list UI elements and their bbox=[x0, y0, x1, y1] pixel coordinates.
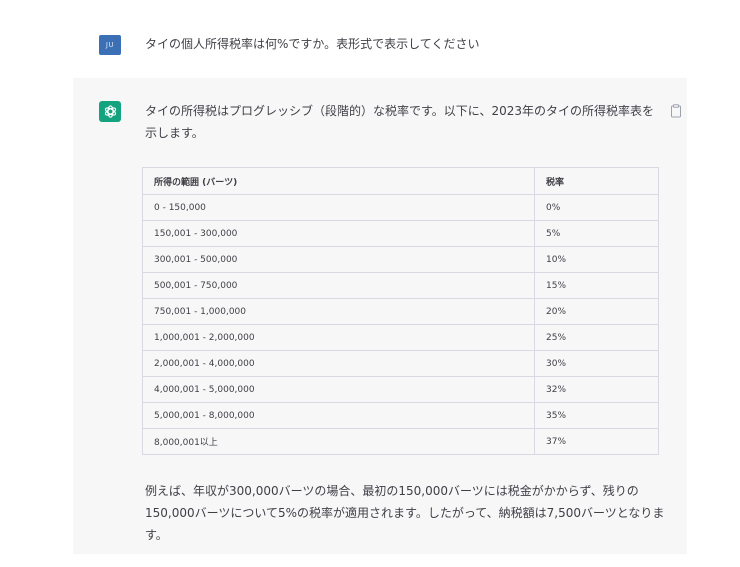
tax-rate-cell: 30% bbox=[534, 350, 659, 377]
table-row: 2,000,001 - 4,000,000 30% bbox=[142, 350, 659, 377]
assistant-intro-text: タイの所得税はプログレッシブ（段階的）な税率です。以下に、2023年のタイの所得… bbox=[145, 104, 654, 140]
income-range-cell: 8,000,001以上 bbox=[142, 428, 535, 455]
income-range-cell: 500,001 - 750,000 bbox=[142, 272, 535, 299]
table-row: 500,001 - 750,000 15% bbox=[142, 272, 659, 299]
user-message-row: JU タイの個人所得税率は何%ですか。表形式で表示してください bbox=[0, 0, 740, 78]
assistant-outro-text: 例えば、年収が300,000バーツの場合、最初の150,000バーツには税金がか… bbox=[145, 484, 665, 542]
tax-rate-cell: 37% bbox=[546, 436, 567, 447]
tax-rate-cell: 35% bbox=[534, 402, 659, 429]
income-range-cell: 0 - 150,000 bbox=[142, 194, 535, 221]
openai-logo-icon bbox=[99, 101, 121, 122]
table-row: 300,001 - 500,000 10% bbox=[142, 246, 659, 273]
income-range-cell: 4,000,001 - 5,000,000 bbox=[142, 376, 535, 403]
tax-rate-cell: 32% bbox=[534, 376, 659, 403]
tax-rate-table: 所得の範囲 (バーツ) 税率 0 - 150,000 0% 150,001 - … bbox=[142, 167, 659, 455]
income-range-cell: 2,000,001 - 4,000,000 bbox=[142, 350, 535, 377]
tax-rate-cell: 25% bbox=[534, 324, 659, 351]
tax-rate-cell: 15% bbox=[534, 272, 659, 299]
clipboard-icon[interactable] bbox=[670, 103, 682, 118]
table-row: 0 - 150,000 0% bbox=[142, 194, 659, 221]
assistant-message-row: タイの所得税はプログレッシブ（段階的）な税率です。以下に、2023年のタイの所得… bbox=[73, 78, 687, 554]
table-row: 5,000,001 - 8,000,000 35% bbox=[142, 402, 659, 429]
tax-rate-cell: 0% bbox=[534, 194, 659, 221]
table-row: 1,000,001 - 2,000,000 25% bbox=[142, 324, 659, 351]
tax-rate-cell: 10% bbox=[534, 246, 659, 273]
table-header-row: 所得の範囲 (バーツ) 税率 bbox=[142, 167, 659, 195]
income-range-cell: 300,001 - 500,000 bbox=[142, 246, 535, 273]
income-range-cell: 150,001 - 300,000 bbox=[142, 220, 535, 247]
user-avatar: JU bbox=[99, 35, 121, 55]
tax-rate-cell: 20% bbox=[534, 298, 659, 325]
income-range-cell: 750,001 - 1,000,000 bbox=[142, 298, 535, 325]
table-row: 8,000,001以上 37% bbox=[142, 428, 659, 455]
table-row: 150,001 - 300,000 5% bbox=[142, 220, 659, 247]
table-header-cell: 税率 bbox=[534, 167, 659, 195]
table-row: 750,001 - 1,000,000 20% bbox=[142, 298, 659, 325]
table-header-cell: 所得の範囲 (バーツ) bbox=[142, 167, 535, 195]
user-message-text: タイの個人所得税率は何%ですか。表形式で表示してください bbox=[145, 37, 480, 51]
income-range-cell: 1,000,001 - 2,000,000 bbox=[142, 324, 535, 351]
income-range-cell: 5,000,001 - 8,000,000 bbox=[142, 402, 535, 429]
table-row: 4,000,001 - 5,000,000 32% bbox=[142, 376, 659, 403]
tax-rate-cell: 5% bbox=[534, 220, 659, 247]
